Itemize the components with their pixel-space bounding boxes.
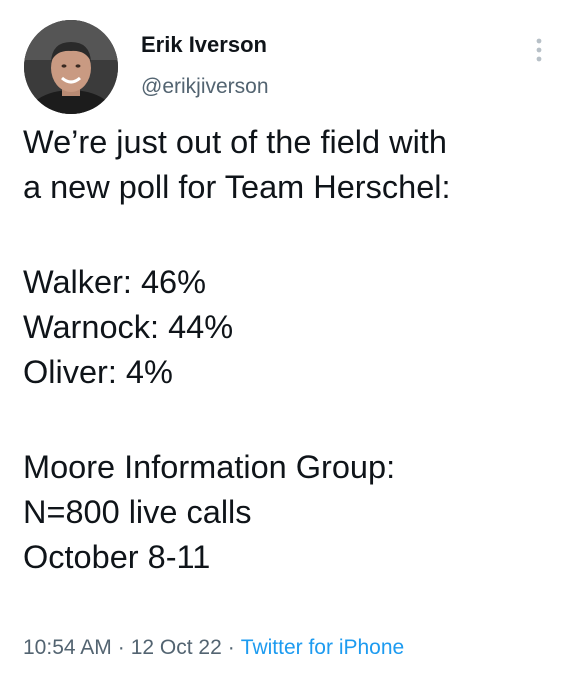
author-handle[interactable]: @erikjiverson (141, 75, 269, 99)
tweet-text-line: Warnock: 44% (23, 309, 234, 345)
tweet-time[interactable]: 10:54 AM (23, 636, 112, 659)
avatar[interactable] (24, 20, 118, 114)
tweet-text: We’re just out of the field with a new p… (23, 120, 563, 580)
tweet-text-line: October 8-11 (23, 539, 211, 575)
tweet-text-line: We’re just out of the field with (23, 124, 447, 160)
tweet-text-line: N=800 live calls (23, 494, 252, 530)
separator-dot: · (117, 636, 125, 659)
tweet-text-line: Walker: 46% (23, 264, 207, 300)
tweet-text-line: a new poll for Team Herschel: (23, 169, 451, 205)
tweet-source-link[interactable]: Twitter for iPhone (241, 636, 404, 659)
tweet-card: Erik Iverson @erikjiverson We’re just ou… (0, 0, 568, 684)
avatar-image (24, 20, 118, 114)
more-vertical-icon[interactable] (527, 36, 551, 66)
separator-dot: · (227, 636, 235, 659)
tweet-text-line: Moore Information Group: (23, 449, 396, 485)
tweet-text-line: Oliver: 4% (23, 354, 173, 390)
tweet-metadata: 10:54 AM · 12 Oct 22 · Twitter for iPhone (23, 636, 404, 660)
author-display-name[interactable]: Erik Iverson (141, 32, 267, 58)
tweet-date[interactable]: 12 Oct 22 (131, 636, 222, 659)
